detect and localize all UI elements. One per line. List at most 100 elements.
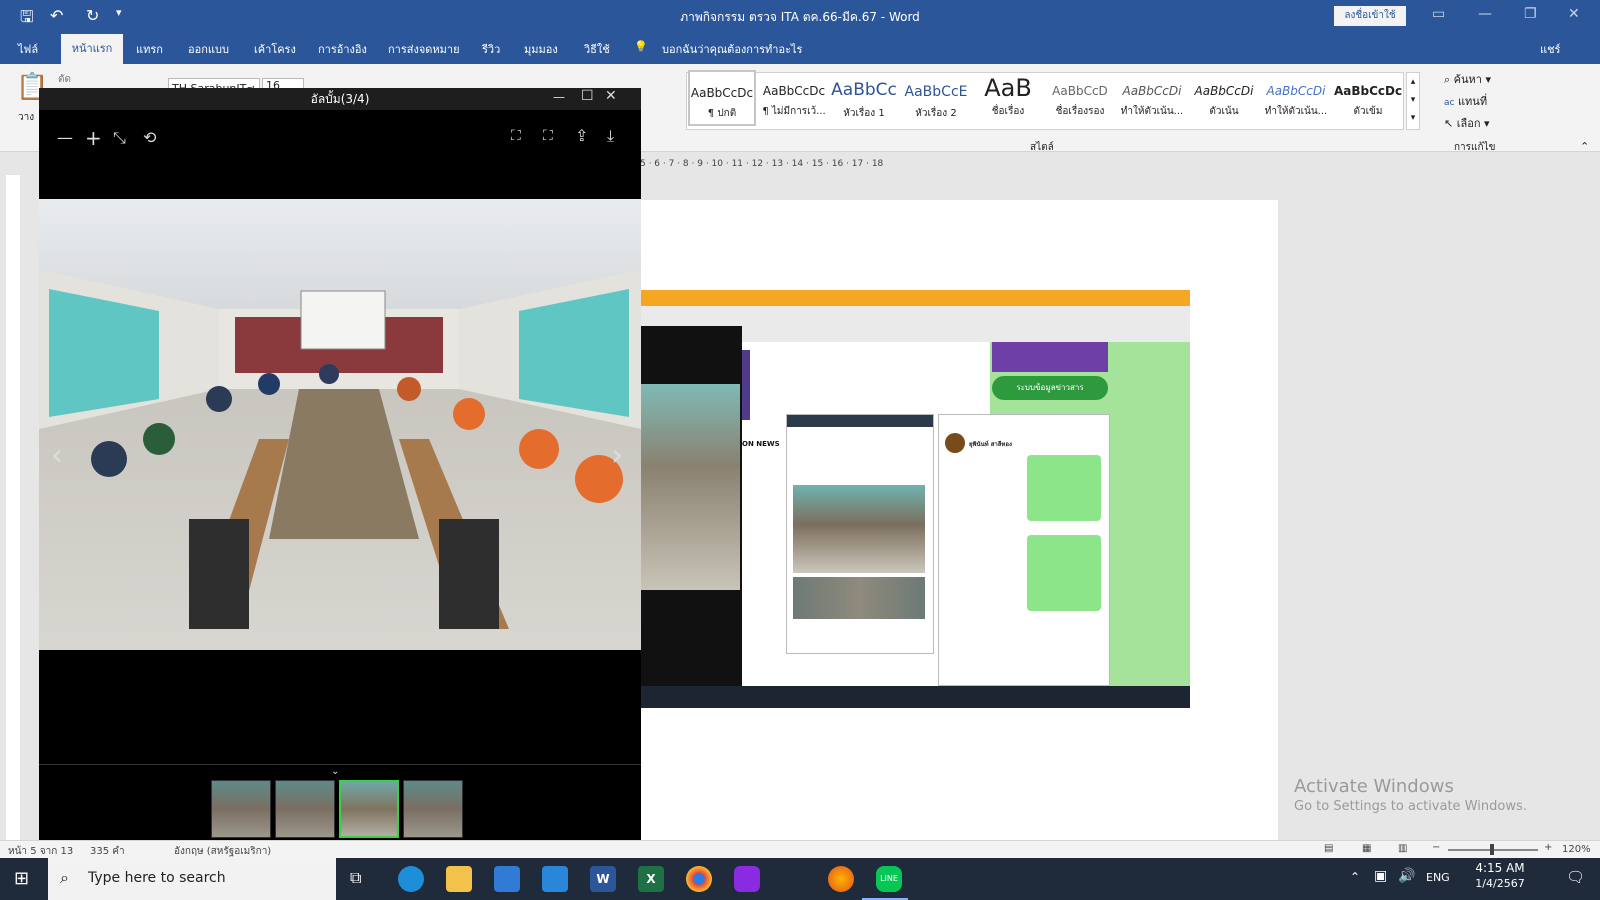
tab-view[interactable]: มุมมอง — [524, 40, 558, 58]
thumbnail-1[interactable] — [211, 780, 271, 838]
sign-in-button[interactable]: ลงชื่อเข้าใช้ — [1334, 6, 1406, 26]
next-photo-icon[interactable]: › — [611, 438, 623, 473]
style-sample: AaBbCcDc — [762, 84, 826, 98]
line-album-titlebar — [787, 415, 933, 427]
file-explorer-icon[interactable] — [446, 866, 472, 892]
tab-insert[interactable]: แทรก — [136, 40, 163, 58]
previous-photo-icon[interactable]: ‹ — [51, 438, 63, 473]
edge-icon[interactable] — [398, 866, 424, 892]
style-title[interactable]: AaB ชื่อเรื่อง — [974, 70, 1042, 126]
show-hidden-icons-icon[interactable]: ⌃ — [1350, 870, 1360, 884]
zoom-in-button[interactable]: + — [1544, 842, 1552, 853]
cut-button[interactable]: ตัด — [58, 72, 71, 87]
ribbon-tabs: ไฟล์ หน้าแรก แทรก ออกแบบ เค้าโครง การอ้า… — [0, 32, 1600, 64]
find-button[interactable]: ⌕ ค้นหา ▾ — [1444, 70, 1491, 88]
maximize-icon[interactable]: ❐ — [1524, 6, 1537, 22]
share-icon[interactable]: ⇪ — [575, 126, 588, 145]
thumbnail-3[interactable] — [339, 780, 399, 838]
embedded-taskbar — [640, 686, 1190, 708]
replace-label: แทนที่ — [1457, 95, 1488, 108]
zoom-slider-thumb[interactable] — [1490, 844, 1494, 855]
word-count[interactable]: 335 คำ — [90, 844, 125, 859]
rotate-icon[interactable]: ⟲ — [143, 128, 156, 147]
task-view-icon[interactable]: ⧉ — [350, 868, 361, 888]
print-layout-icon[interactable]: ▦ — [1362, 843, 1371, 854]
style-normal[interactable]: AaBbCcDc ¶ ปกติ — [688, 70, 756, 126]
tab-mailings[interactable]: การส่งจดหมาย — [388, 40, 460, 58]
minimize-icon[interactable]: — — [1478, 6, 1492, 22]
style-name: ¶ ปกติ — [707, 108, 737, 119]
page-count[interactable]: หน้า 5 จาก 13 — [8, 844, 73, 859]
styles-more-icon[interactable]: ▴ ▾ ▾ — [1406, 72, 1420, 130]
style-strong[interactable]: AaBbCcDc ตัวเข้ม — [1334, 70, 1402, 126]
title-bar: 🖫 ↶ ↻ ▾ ภาพกิจกรรม ตรวจ ITA ตค.66-มีค.67… — [0, 0, 1600, 32]
text-recognition-icon[interactable]: ⛶ — [511, 128, 521, 144]
thumbnail-4[interactable] — [403, 780, 463, 838]
app-icon[interactable] — [734, 866, 760, 892]
language-status[interactable]: อังกฤษ (สหรัฐอเมริกา) — [174, 844, 271, 859]
photo-viewer-window[interactable]: อัลบั้ม(3/4) — ☐ ✕ — + ⤡ ⟲ ⛶ ⛶ ⇪ ⤓ ‹ › ⌄ — [39, 88, 641, 850]
avatar — [945, 433, 965, 453]
windows-start-icon[interactable]: ⊞ — [14, 868, 29, 889]
select-button[interactable]: ↖ เลือก ▾ — [1444, 114, 1490, 132]
download-icon[interactable]: ⤓ — [607, 126, 614, 146]
horizontal-ruler[interactable]: 5 · 6 · 7 · 8 · 9 · 10 · 11 · 12 · 13 · … — [640, 159, 1280, 173]
style-name: ชื่อเรื่อง — [991, 106, 1025, 117]
line-album-window — [786, 414, 934, 654]
tab-file[interactable]: ไฟล์ — [18, 40, 38, 58]
zoom-level[interactable]: 120% — [1562, 844, 1591, 855]
firefox-icon[interactable] — [828, 866, 854, 892]
style-subtle-emphasis[interactable]: AaBbCcDi ทำให้ตัวเน้น... — [1118, 70, 1186, 126]
clock[interactable]: 4:15 AM 1/4/2567 — [1464, 861, 1536, 890]
ribbon-display-options-icon[interactable]: ▭ — [1432, 6, 1445, 22]
tab-design[interactable]: ออกแบบ — [188, 40, 229, 58]
mail-icon[interactable] — [542, 866, 568, 892]
style-heading-1[interactable]: AaBbCc หัวเรื่อง 1 — [830, 70, 898, 126]
album-thumbs — [793, 577, 925, 619]
zoom-out-button[interactable]: − — [1432, 842, 1440, 853]
style-emphasis[interactable]: AaBbCcDi ตัวเน้น — [1190, 70, 1258, 126]
notifications-icon[interactable]: 🗨 — [1566, 868, 1585, 886]
style-no-spacing[interactable]: AaBbCcDc ¶ ไม่มีการเว้... — [760, 70, 828, 126]
meeting-photo[interactable] — [39, 199, 641, 650]
fit-size-icon[interactable]: ⤡ — [113, 128, 126, 148]
vertical-ruler[interactable] — [6, 175, 20, 840]
viewer-close-icon[interactable]: ✕ — [605, 88, 617, 104]
embedded-screenshot[interactable]: ระบบข้อมูลข่าวสาร ON NEWS ยุพินันท์ สาลี… — [640, 290, 1190, 708]
excel-icon[interactable]: X — [638, 866, 664, 892]
viewer-minimize-icon[interactable]: — — [553, 90, 565, 104]
volume-icon[interactable]: 🔊 — [1398, 868, 1415, 884]
collapse-thumbs-icon[interactable]: ⌄ — [331, 766, 339, 777]
meeting-photo-drawing — [39, 199, 641, 650]
screen-capture-icon[interactable]: ⛶ — [543, 128, 553, 144]
style-intense-emphasis[interactable]: AaBbCcDi ทำให้ตัวเน้น... — [1262, 70, 1330, 126]
thumbnail-2[interactable] — [275, 780, 335, 838]
input-language[interactable]: ENG — [1426, 871, 1450, 884]
editing-group-label: การแก้ไข — [1454, 142, 1496, 153]
tell-me-search[interactable]: บอกฉันว่าคุณต้องการทำอะไร — [662, 40, 802, 58]
zoom-in-icon[interactable]: + — [85, 126, 102, 150]
chrome-icon[interactable] — [686, 866, 712, 892]
share-button[interactable]: แชร์ — [1540, 40, 1560, 58]
zoom-out-icon[interactable]: — — [57, 128, 73, 147]
web-layout-icon[interactable]: ▥ — [1398, 843, 1407, 854]
tab-help[interactable]: วิธีใช้ — [584, 40, 610, 58]
network-icon[interactable]: ▣ — [1374, 868, 1387, 884]
tab-references[interactable]: การอ้างอิง — [318, 40, 367, 58]
style-subtitle[interactable]: AaBbCcD ชื่อเรื่องรอง — [1046, 70, 1114, 126]
replace-button[interactable]: ac แทนที่ — [1444, 92, 1487, 110]
line-icon[interactable]: LINE — [876, 866, 902, 892]
style-heading-2[interactable]: AaBbCcE หัวเรื่อง 2 — [902, 70, 970, 126]
tab-home[interactable]: หน้าแรก — [61, 34, 123, 64]
close-icon[interactable]: ✕ — [1568, 6, 1580, 22]
tab-layout[interactable]: เค้าโครง — [254, 40, 296, 58]
viewer-maximize-icon[interactable]: ☐ — [581, 88, 594, 104]
word-icon[interactable]: W — [590, 866, 616, 892]
replace-icon: ac — [1444, 98, 1455, 108]
tab-review[interactable]: รีวิว — [482, 40, 500, 58]
read-mode-icon[interactable]: ▤ — [1324, 843, 1333, 854]
collapse-ribbon-icon[interactable]: ⌃ — [1580, 140, 1589, 153]
thumbstrip-divider — [39, 764, 641, 765]
taskbar-search[interactable]: ⌕ Type here to search — [48, 858, 336, 900]
store-icon[interactable] — [494, 866, 520, 892]
